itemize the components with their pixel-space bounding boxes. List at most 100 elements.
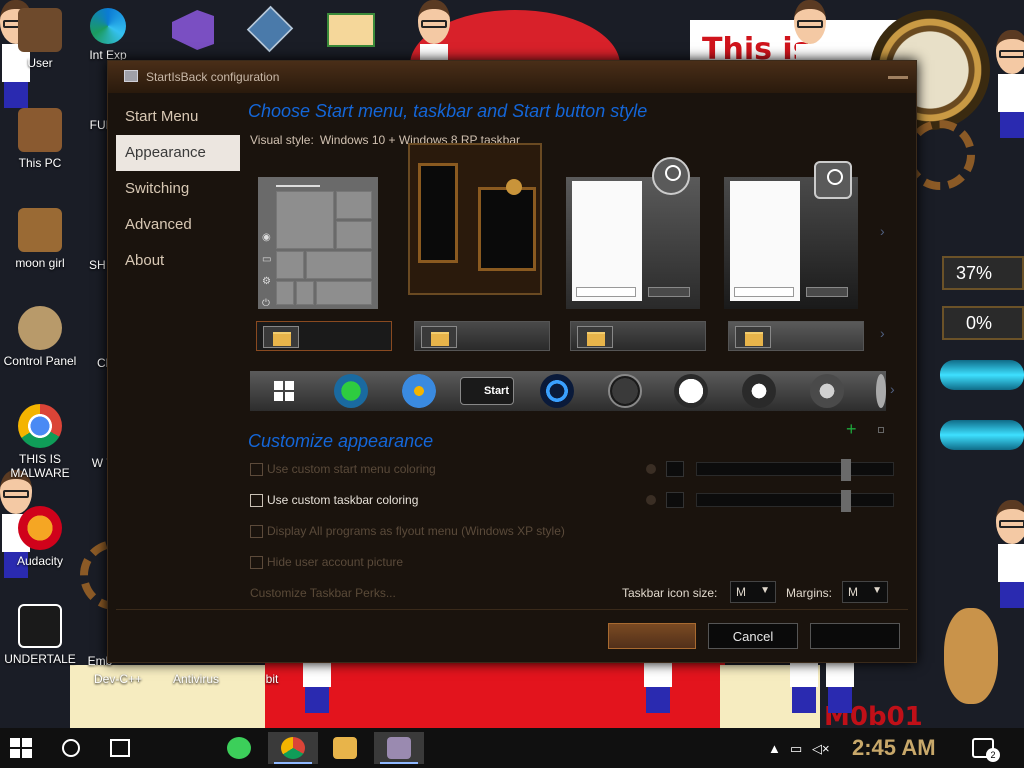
window-titlebar[interactable]: StartIsBack configuration ▬▬ xyxy=(108,61,916,93)
desktop-icon-label: THIS IS MALWARE xyxy=(10,452,70,480)
flyout-menu-checkbox[interactable]: Display All programs as flyout menu (Win… xyxy=(250,523,565,539)
chevron-up-icon[interactable]: ▲ xyxy=(768,741,781,756)
customize-taskbar-perks-link[interactable]: Customize Taskbar Perks... xyxy=(250,586,396,600)
taskbar-app-chrome[interactable] xyxy=(268,732,318,764)
taskbar-style-3[interactable] xyxy=(570,321,706,351)
desktop-icon-this-pc[interactable]: This PC xyxy=(0,108,80,170)
wallpaper-gauge: 37% xyxy=(942,256,1024,290)
lightbulb-icon xyxy=(18,306,62,350)
task-view-icon[interactable] xyxy=(110,739,130,757)
desktop-icon-label: This PC xyxy=(18,156,62,170)
custom-start-menu-coloring-checkbox[interactable]: Use custom start menu coloring xyxy=(250,461,436,477)
power-orb-icon[interactable] xyxy=(608,374,642,408)
close-button[interactable]: ▬▬ xyxy=(888,71,908,83)
partial-orb-icon[interactable] xyxy=(876,374,886,408)
ok-button[interactable] xyxy=(608,623,696,649)
checkbox-label: Use custom start menu coloring xyxy=(267,462,436,476)
wallpaper-pipe xyxy=(940,420,1024,450)
edge-icon xyxy=(90,8,126,44)
select-value: M xyxy=(736,585,746,599)
slider-track[interactable] xyxy=(696,490,894,512)
color-swatch[interactable] xyxy=(666,461,684,477)
taskbar-app-messages[interactable] xyxy=(214,732,264,764)
start-menu-style-windows7[interactable] xyxy=(566,157,702,309)
margins-select[interactable]: M ▼ xyxy=(842,581,888,603)
volume-muted-icon[interactable]: ◁× xyxy=(812,741,830,757)
notification-center-icon[interactable]: 2 xyxy=(972,738,1000,762)
start-menu-color-slider[interactable] xyxy=(646,459,896,481)
cancel-button[interactable]: Cancel xyxy=(708,623,798,649)
chat-app-icon xyxy=(227,737,251,759)
settings-nav: Start Menu Appearance Switching Advanced… xyxy=(116,99,240,279)
xd-app-icon[interactable] xyxy=(327,13,375,47)
chevron-right-icon[interactable]: › xyxy=(890,381,895,397)
nav-item-start-menu[interactable]: Start Menu xyxy=(116,99,240,135)
desktop-icon-moon-girl[interactable]: moon girl xyxy=(0,208,80,270)
chrome-icon xyxy=(18,404,62,448)
taskbar-style-4[interactable] xyxy=(728,321,864,351)
hide-user-picture-checkbox[interactable]: Hide user account picture xyxy=(250,554,403,570)
color-swatch[interactable] xyxy=(666,492,684,508)
slider-knob[interactable] xyxy=(841,490,851,512)
folder-icon xyxy=(333,737,357,759)
user-avatar-icon xyxy=(814,161,852,199)
desktop-icon-internet-explorer[interactable]: Int Exp xyxy=(88,8,128,62)
desktop-icon-chrome[interactable]: THIS IS MALWARE xyxy=(0,404,80,480)
computer-icon xyxy=(18,108,62,152)
taskbar-icon-size-select[interactable]: M ▼ xyxy=(730,581,776,603)
start-menu-style-steampunk[interactable] xyxy=(408,143,544,309)
customize-heading: Customize appearance xyxy=(248,431,434,451)
checkbox-label: Use custom taskbar coloring xyxy=(267,493,419,507)
dark-orb-icon[interactable] xyxy=(742,374,776,408)
desktop-icon-audacity[interactable]: Audacity xyxy=(0,506,80,568)
nav-item-advanced[interactable]: Advanced xyxy=(116,207,240,243)
start-button[interactable] xyxy=(10,738,32,758)
blue-ring-orb-icon[interactable] xyxy=(540,374,574,408)
clover-orb-icon[interactable] xyxy=(334,374,368,408)
start-menu-style-vista[interactable] xyxy=(724,159,860,309)
desktop-icon-dev-cpp[interactable]: Dev-C++ xyxy=(78,672,158,686)
slider-knob[interactable] xyxy=(841,459,851,481)
nav-item-about[interactable]: About xyxy=(116,243,240,279)
taskbar-app-startisback[interactable] xyxy=(374,732,424,764)
taskbar-app-explorer[interactable] xyxy=(320,732,370,764)
chevron-right-icon[interactable]: › xyxy=(880,223,885,239)
wallpaper-pipe xyxy=(940,360,1024,390)
notification-count: 2 xyxy=(986,748,1000,762)
apply-button[interactable] xyxy=(810,623,900,649)
cartoon-character xyxy=(990,30,1024,140)
gauge-readout: 37% xyxy=(955,263,992,283)
desktop-icon-undertale[interactable]: UNDERTALE xyxy=(0,604,80,666)
nav-item-switching[interactable]: Switching xyxy=(116,171,240,207)
chevron-right-icon[interactable]: › xyxy=(880,325,885,341)
search-icon[interactable] xyxy=(62,739,80,757)
style-preview: ◉ ▭ ⚙ ⏻ xyxy=(258,177,378,309)
add-style-icon[interactable]: + xyxy=(846,419,857,440)
start-menu-style-windows10[interactable]: ◉ ▭ ⚙ ⏻ xyxy=(250,159,386,309)
desktop-icon-antivirus[interactable]: Antivirus xyxy=(156,672,236,686)
visual-style-label: Visual style: xyxy=(250,133,314,147)
opacity-drop-icon xyxy=(646,495,656,505)
network-icon[interactable]: ▭ xyxy=(790,741,802,757)
chrome-icon xyxy=(281,737,305,759)
taskbar-color-slider[interactable] xyxy=(646,490,896,512)
desktop-icon-user[interactable]: User xyxy=(0,8,80,70)
slider-track[interactable] xyxy=(696,459,894,481)
desktop-icon-label: Dev-C++ xyxy=(93,672,143,686)
desktop-icon-bit[interactable]: bit xyxy=(252,672,292,686)
settings-app-icon xyxy=(387,737,411,759)
xp-start-button-icon[interactable]: Start xyxy=(460,377,514,405)
windows-logo-icon[interactable] xyxy=(274,381,294,401)
desktop-icon-control-panel[interactable]: Control Panel xyxy=(0,306,80,368)
chevron-down-icon: ▼ xyxy=(760,585,770,596)
taskbar-style-2[interactable] xyxy=(414,321,550,351)
gray-orb-icon[interactable] xyxy=(810,374,844,408)
style-heading: Choose Start menu, taskbar and Start but… xyxy=(248,101,648,121)
windows7-orb-icon[interactable] xyxy=(402,374,436,408)
custom-taskbar-coloring-checkbox[interactable]: Use custom taskbar coloring xyxy=(250,492,418,508)
margins-label: Margins: xyxy=(786,586,833,600)
taskbar-style-1[interactable] xyxy=(256,321,392,351)
white-orb-icon[interactable] xyxy=(674,374,708,408)
nav-item-appearance[interactable]: Appearance xyxy=(116,135,240,171)
taskbar-clock[interactable]: 2:45 AM xyxy=(852,735,936,761)
